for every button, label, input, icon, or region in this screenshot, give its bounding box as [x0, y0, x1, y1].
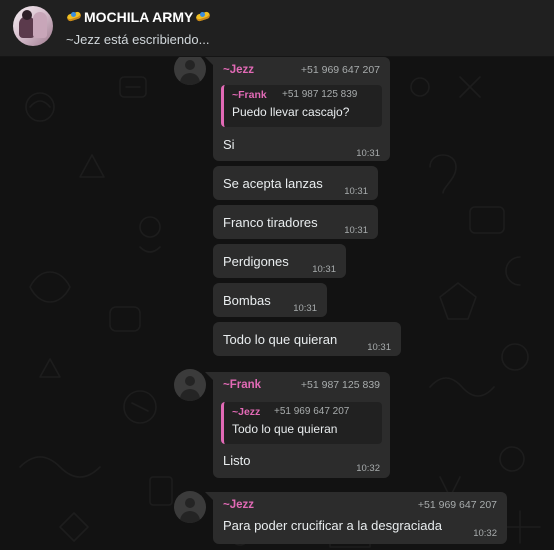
message-bubble[interactable]: Bombas 10:31 [213, 283, 327, 317]
quoted-message[interactable]: ~Frank +51 987 125 839 Puedo llevar casc… [221, 85, 382, 127]
sender-name[interactable]: ~Jezz [223, 64, 254, 76]
message-time: 10:31 [312, 264, 336, 275]
message-time: 10:31 [367, 342, 391, 353]
message-bubble[interactable]: Perdigones 10:31 [213, 244, 346, 278]
message-text: Perdigones [223, 254, 289, 269]
quoted-message[interactable]: ~Jezz +51 969 647 207 Todo lo que quiera… [221, 402, 382, 444]
message-time: 10:31 [356, 148, 380, 159]
quoted-phone: +51 969 647 207 [274, 406, 350, 417]
sender-avatar[interactable] [174, 369, 206, 401]
message-time: 10:32 [356, 463, 380, 474]
message-bubble[interactable]: Todo lo que quieran 10:31 [213, 322, 401, 356]
sender-phone: +51 987 125 839 [300, 379, 380, 391]
quoted-sender: ~Frank [232, 89, 267, 101]
message-time: 10:31 [293, 303, 317, 314]
message-text: Listo [223, 453, 251, 468]
group-name-text: MOCHILA ARMY [84, 9, 194, 25]
sender-name[interactable]: ~Frank [223, 379, 261, 391]
message-text: Todo lo que quieran [223, 332, 338, 347]
sender-phone: +51 969 647 207 [417, 499, 497, 511]
sender-name[interactable]: ~Jezz [223, 499, 254, 511]
quoted-phone: +51 987 125 839 [282, 89, 358, 100]
group-avatar[interactable] [13, 6, 53, 46]
message-text: Para poder crucificar a la desgraciada [223, 518, 442, 533]
message-time: 10:31 [344, 186, 368, 197]
message-bubble[interactable]: ~Jezz +51 969 647 207 ~Frank +51 987 125… [205, 57, 390, 161]
emoji-icon [195, 11, 211, 23]
quoted-sender: ~Jezz [232, 406, 261, 418]
emoji-icon [66, 11, 82, 23]
message-bubble[interactable]: Franco tiradores 10:31 [213, 205, 378, 239]
message-text: Bombas [223, 293, 271, 308]
quoted-text: Todo lo que quieran [232, 422, 338, 436]
message-bubble[interactable]: ~Frank +51 987 125 839 ~Jezz +51 969 647… [205, 372, 390, 478]
message-text: Franco tiradores [223, 215, 318, 230]
sender-avatar[interactable] [174, 491, 206, 523]
chat-header[interactable]: MOCHILA ARMY ~Jezz está escribiendo... [0, 0, 554, 57]
sender-avatar[interactable] [174, 53, 206, 85]
message-bubble[interactable]: Se acepta lanzas 10:31 [213, 166, 378, 200]
sender-phone: +51 969 647 207 [300, 64, 380, 76]
typing-status: ~Jezz está escribiendo... [66, 32, 210, 47]
message-bubble[interactable]: ~Jezz +51 969 647 207 Para poder crucifi… [205, 492, 507, 544]
group-name: MOCHILA ARMY [66, 9, 211, 25]
message-text: Se acepta lanzas [223, 176, 323, 191]
message-time: 10:32 [473, 528, 497, 539]
message-text: Si [223, 137, 235, 152]
message-time: 10:31 [344, 225, 368, 236]
quoted-text: Puedo llevar cascajo? [232, 105, 350, 119]
